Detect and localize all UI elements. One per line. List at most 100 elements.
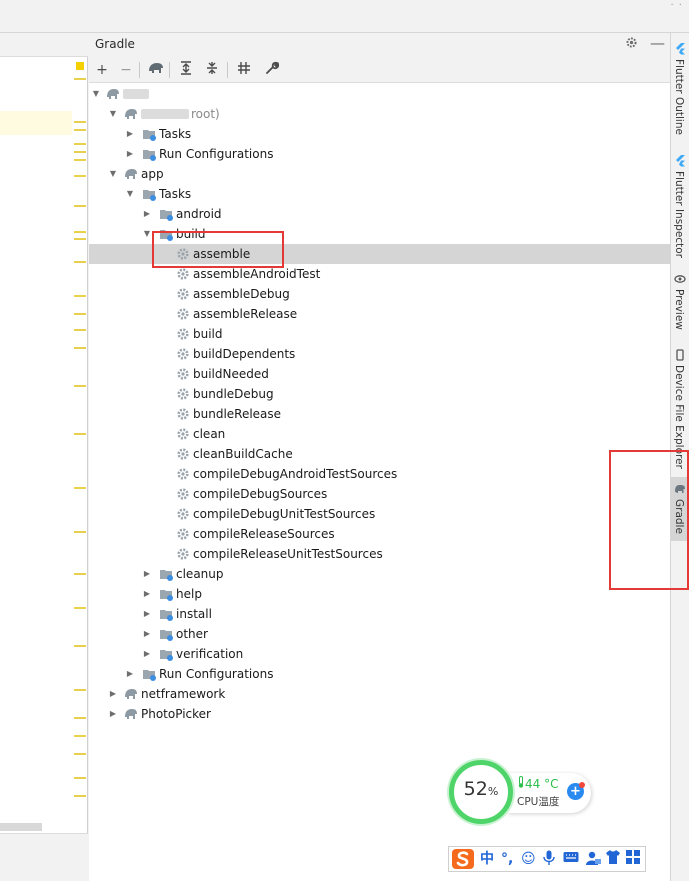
toggle-offline-icon[interactable] — [235, 61, 253, 79]
editor-marker[interactable] — [74, 313, 86, 315]
cpu-widget[interactable]: 44 °C CPU温度 + 52% — [449, 760, 593, 824]
task-row[interactable]: compileDebugSources — [89, 484, 670, 504]
editor-marker[interactable] — [74, 329, 86, 331]
editor-marker[interactable] — [74, 205, 86, 207]
tree-node-cleanup[interactable]: ▶ cleanup — [89, 564, 670, 584]
editor-warning-marker[interactable] — [76, 62, 84, 70]
tree-node-app[interactable]: ▼ app — [89, 164, 670, 184]
chevron-down-icon[interactable]: ▼ — [108, 104, 118, 124]
editor-marker[interactable] — [74, 121, 86, 123]
microphone-icon[interactable] — [543, 850, 555, 871]
task-row[interactable]: bundleDebug — [89, 384, 670, 404]
minimize-icon[interactable]: — — [650, 34, 665, 52]
task-row[interactable]: clean — [89, 424, 670, 444]
add-icon[interactable]: + — [93, 61, 111, 79]
chevron-right-icon[interactable]: ▶ — [142, 644, 152, 664]
editor-marker[interactable] — [74, 487, 86, 489]
tab-flutter-inspector[interactable]: Flutter Inspector — [671, 153, 689, 275]
tree-node-android[interactable]: ▶ android — [89, 204, 670, 224]
chevron-down-icon[interactable]: ▼ — [91, 84, 101, 104]
editor-marker[interactable] — [74, 531, 86, 533]
tree-node-app-tasks[interactable]: ▼ Tasks — [89, 184, 670, 204]
task-row[interactable]: buildDependents — [89, 344, 670, 364]
editor-marker[interactable] — [74, 129, 86, 131]
editor-marker[interactable] — [74, 261, 86, 263]
chevron-right-icon[interactable]: ▶ — [142, 624, 152, 644]
editor-area[interactable] — [0, 33, 88, 881]
editor-marker[interactable] — [74, 151, 86, 153]
chevron-right-icon[interactable]: ▶ — [125, 664, 135, 684]
chevron-right-icon[interactable]: ▶ — [108, 684, 118, 704]
tree-node-other[interactable]: ▶ other — [89, 624, 670, 644]
keyboard-icon[interactable] — [563, 850, 579, 868]
chevron-down-icon[interactable]: ▼ — [108, 164, 118, 184]
editor-marker[interactable] — [74, 238, 86, 240]
tree-node-verification[interactable]: ▶ verification — [89, 644, 670, 664]
elephant-icon[interactable] — [147, 61, 165, 79]
punctuation-icon[interactable]: °, — [501, 850, 513, 868]
chevron-down-icon[interactable]: ▼ — [142, 224, 152, 244]
tree-node-help[interactable]: ▶ help — [89, 584, 670, 604]
editor-marker[interactable] — [74, 175, 86, 177]
ime-mode-toggle[interactable]: 中 — [480, 850, 494, 868]
chevron-right-icon[interactable]: ▶ — [142, 604, 152, 624]
editor-marker[interactable] — [74, 795, 86, 797]
task-row[interactable]: cleanBuildCache — [89, 444, 670, 464]
sogou-logo-icon[interactable] — [452, 849, 474, 874]
task-row[interactable]: compileDebugUnitTestSources — [89, 504, 670, 524]
chevron-down-icon[interactable]: ▼ — [125, 184, 135, 204]
editor-marker[interactable] — [74, 607, 86, 609]
tree-node-root[interactable]: ▼ — [89, 84, 670, 104]
plus-icon[interactable]: + — [567, 782, 585, 800]
tree-node-netframework[interactable]: ▶ netframework — [89, 684, 670, 704]
editor-marker[interactable] — [74, 777, 86, 779]
user-icon[interactable] — [585, 850, 601, 871]
expand-all-icon[interactable] — [177, 61, 195, 79]
chevron-right-icon[interactable]: ▶ — [142, 584, 152, 604]
editor-marker[interactable] — [74, 231, 86, 233]
smiley-icon[interactable]: ☺ — [521, 850, 536, 868]
task-row[interactable]: compileReleaseSources — [89, 524, 670, 544]
wrench-icon[interactable] — [263, 61, 281, 79]
editor-marker[interactable] — [74, 143, 86, 145]
tree-node-install[interactable]: ▶ install — [89, 604, 670, 624]
window-controls-icon[interactable]: · · — [670, 0, 683, 11]
task-row[interactable]: compileReleaseUnitTestSources — [89, 544, 670, 564]
chevron-right-icon[interactable]: ▶ — [142, 564, 152, 584]
remove-icon[interactable]: − — [117, 61, 135, 79]
editor-marker[interactable] — [74, 645, 86, 647]
tab-flutter-outline[interactable]: Flutter Outline — [671, 41, 689, 145]
editor-marker[interactable] — [74, 573, 86, 575]
task-row[interactable]: buildNeeded — [89, 364, 670, 384]
task-row[interactable]: bundleRelease — [89, 404, 670, 424]
editor-marker[interactable] — [74, 159, 86, 161]
shirt-icon[interactable] — [605, 850, 621, 869]
editor-marker[interactable] — [74, 78, 86, 80]
task-row[interactable]: compileDebugAndroidTestSources — [89, 464, 670, 484]
task-row[interactable]: build — [89, 324, 670, 344]
editor-marker[interactable] — [74, 753, 86, 755]
chevron-right-icon[interactable]: ▶ — [125, 144, 135, 164]
editor-marker[interactable] — [74, 295, 86, 297]
tab-preview[interactable]: Preview — [671, 271, 689, 333]
collapse-all-icon[interactable] — [203, 61, 221, 79]
grid-menu-icon[interactable] — [626, 850, 640, 869]
task-row[interactable]: assembleDebug — [89, 284, 670, 304]
editor-marker[interactable] — [74, 433, 86, 435]
editor-marker[interactable] — [74, 735, 86, 737]
chevron-right-icon[interactable]: ▶ — [142, 204, 152, 224]
editor-marker[interactable] — [74, 385, 86, 387]
editor-marker[interactable] — [74, 717, 86, 719]
tree-node-photopicker[interactable]: ▶ PhotoPicker — [89, 704, 670, 724]
tree-node-app-run-configurations[interactable]: ▶ Run Configurations — [89, 664, 670, 684]
tree-node-project[interactable]: ▼ root) — [89, 104, 670, 124]
gear-icon[interactable] — [625, 36, 638, 53]
tree-node-tasks[interactable]: ▶ Tasks — [89, 124, 670, 144]
editor-marker[interactable] — [74, 689, 86, 691]
task-row[interactable]: assembleRelease — [89, 304, 670, 324]
editor-marker[interactable] — [74, 347, 86, 349]
chevron-right-icon[interactable]: ▶ — [108, 704, 118, 724]
tree-node-run-configurations[interactable]: ▶ Run Configurations — [89, 144, 670, 164]
chevron-right-icon[interactable]: ▶ — [125, 124, 135, 144]
editor-horizontal-scrollbar[interactable] — [0, 823, 42, 831]
